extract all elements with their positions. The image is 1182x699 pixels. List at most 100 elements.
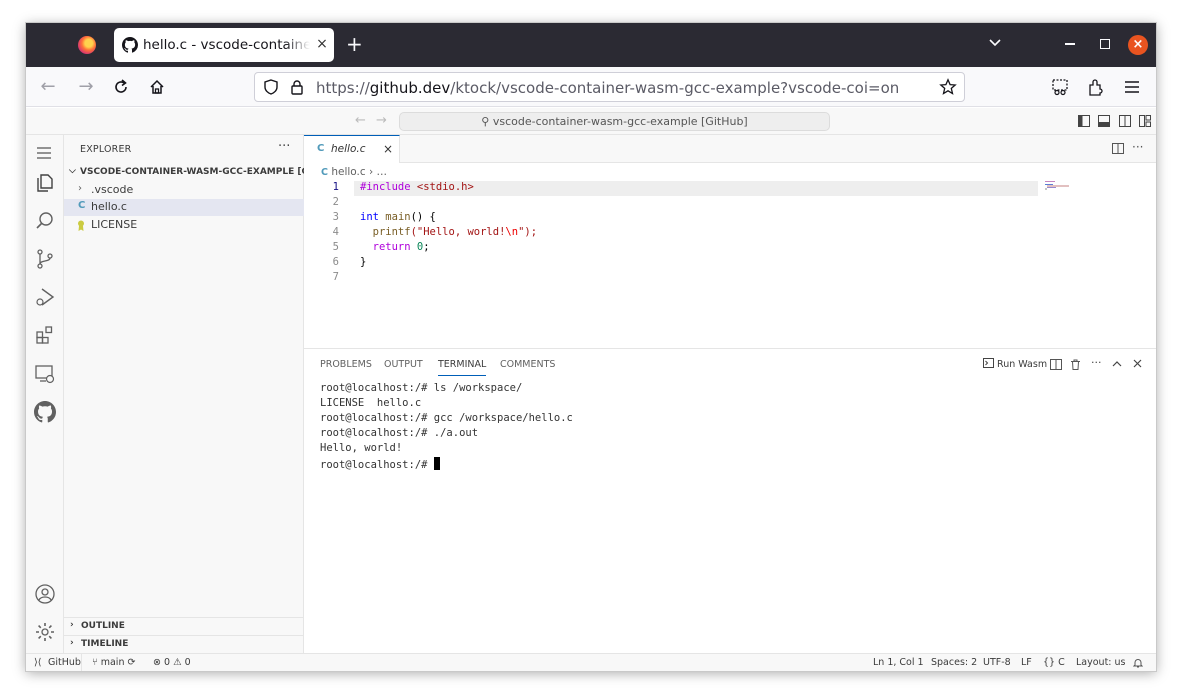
outline-section[interactable]: › OUTLINE bbox=[64, 617, 304, 635]
breadcrumb-symbol[interactable]: … bbox=[377, 166, 388, 178]
branch-status[interactable]: ⑂ main ⟳ bbox=[92, 657, 135, 668]
tree-item-hello-c[interactable]: C hello.c bbox=[64, 199, 304, 216]
eol-status[interactable]: LF bbox=[1021, 657, 1032, 668]
url-path: /ktock/vscode-container-wasm-gcc-example… bbox=[450, 79, 900, 97]
code-text: return 0; bbox=[360, 241, 430, 253]
activity-bar bbox=[26, 135, 64, 653]
code-line: 1 #include <stdio.h> bbox=[304, 181, 1156, 196]
github-icon[interactable] bbox=[34, 401, 56, 423]
tracking-protection-shield-icon[interactable] bbox=[263, 79, 279, 95]
run-wasm-button[interactable]: Run Wasm bbox=[983, 358, 1047, 370]
indentation-status[interactable]: Spaces: 2 bbox=[931, 657, 977, 668]
extensions-icon[interactable] bbox=[34, 324, 56, 346]
workspace-root-label: VSCODE-CONTAINER-WASM-GCC-EXAMPLE [GITH.… bbox=[80, 167, 304, 177]
chevron-down-icon: ⌵ bbox=[69, 166, 76, 176]
search-icon[interactable] bbox=[34, 210, 56, 232]
line-number: 6 bbox=[332, 256, 339, 268]
terminal-prompt-line: root@localhost:/# bbox=[320, 457, 573, 472]
split-editor-icon[interactable] bbox=[1112, 143, 1124, 154]
extensions-puzzle-icon[interactable] bbox=[1086, 77, 1106, 97]
remote-explorer-icon[interactable] bbox=[34, 363, 56, 385]
home-icon[interactable] bbox=[148, 78, 166, 96]
remote-label: GitHub bbox=[48, 657, 81, 668]
lock-icon[interactable] bbox=[290, 79, 304, 95]
code-text: int main() { bbox=[360, 211, 436, 223]
outline-label: OUTLINE bbox=[81, 621, 125, 631]
firefox-logo-icon[interactable] bbox=[78, 36, 96, 54]
window-minimize-button[interactable] bbox=[1065, 43, 1075, 45]
url-text[interactable]: https://github.dev/ktock/vscode-containe… bbox=[316, 79, 899, 97]
terminal-line: LICENSE hello.c bbox=[320, 397, 422, 409]
command-center[interactable]: ⚲ vscode-container-wasm-gcc-example [Git… bbox=[399, 112, 830, 131]
nav-forward-arrow-icon[interactable]: → bbox=[376, 113, 387, 128]
error-count: 0 bbox=[163, 657, 171, 668]
tree-item-vscode-folder[interactable]: › .vscode bbox=[64, 182, 304, 199]
remote-indicator[interactable]: ⟩⟨ GitHub bbox=[26, 654, 82, 671]
nav-back-arrow-icon[interactable]: ← bbox=[355, 113, 366, 128]
editor-tab-hello-c[interactable]: C hello.c × bbox=[304, 135, 400, 163]
browser-tab-title: hello.c - vscode-container-wasm-gcc-exam… bbox=[143, 37, 310, 53]
tab-terminal[interactable]: TERMINAL bbox=[438, 359, 487, 376]
minimap[interactable] bbox=[1045, 181, 1085, 193]
customize-layout-icon[interactable] bbox=[1139, 115, 1151, 127]
braces-icon: {} bbox=[1043, 657, 1059, 668]
toggle-secondary-sidebar-icon[interactable] bbox=[1119, 115, 1131, 127]
terminal-output[interactable]: root@localhost:/# ls /workspace/ LICENSE… bbox=[320, 382, 573, 472]
bookmark-star-icon[interactable] bbox=[939, 78, 957, 96]
split-terminal-icon[interactable] bbox=[1050, 359, 1062, 370]
search-icon: ⚲ bbox=[481, 115, 493, 128]
encoding-status[interactable]: UTF-8 bbox=[983, 657, 1011, 668]
status-bar: ⟩⟨ GitHub ⑂ main ⟳ ⊗ 0 ⚠ 0 Ln 1, Col 1 S… bbox=[26, 653, 1156, 671]
browser-nav-bar: ← → https://github.dev/ktock/vscode-cont… bbox=[26, 67, 1156, 107]
trash-icon[interactable] bbox=[1070, 359, 1081, 370]
workspace-root-folder[interactable]: ⌵ VSCODE-CONTAINER-WASM-GCC-EXAMPLE [GIT… bbox=[64, 164, 304, 182]
back-arrow-icon[interactable]: ← bbox=[36, 75, 60, 99]
settings-gear-icon[interactable] bbox=[34, 621, 56, 643]
breadcrumb-file[interactable]: hello.c bbox=[331, 166, 365, 178]
maximize-panel-chevron-up-icon[interactable] bbox=[1112, 360, 1122, 368]
git-branch-icon: ⑂ bbox=[92, 657, 101, 668]
new-tab-button[interactable]: + bbox=[346, 32, 363, 56]
toggle-panel-icon[interactable] bbox=[1098, 115, 1110, 127]
command-center-label: vscode-container-wasm-gcc-example [GitHu… bbox=[492, 115, 748, 128]
explorer-files-icon[interactable] bbox=[34, 172, 56, 194]
tab-close-icon[interactable]: × bbox=[313, 35, 331, 53]
line-number: 5 bbox=[332, 241, 339, 253]
problems-status[interactable]: ⊗ 0 ⚠ 0 bbox=[153, 657, 191, 668]
tree-item-license[interactable]: LICENSE bbox=[64, 217, 304, 234]
window-close-button[interactable]: × bbox=[1128, 35, 1148, 55]
panel-more-actions-icon[interactable]: ··· bbox=[1091, 356, 1102, 369]
url-bar[interactable]: https://github.dev/ktock/vscode-containe… bbox=[254, 72, 965, 102]
code-line: 7 bbox=[304, 271, 1156, 286]
run-and-debug-icon[interactable] bbox=[34, 286, 56, 308]
explorer-more-actions-button[interactable]: ··· bbox=[278, 139, 290, 154]
tab-problems[interactable]: PROBLEMS bbox=[320, 359, 372, 370]
vscode-title-bar: ← → ⚲ vscode-container-wasm-gcc-example … bbox=[26, 108, 1156, 135]
tab-output[interactable]: OUTPUT bbox=[384, 359, 423, 370]
list-all-tabs-chevron-icon[interactable] bbox=[988, 35, 1002, 49]
forward-arrow-icon[interactable]: → bbox=[74, 75, 98, 99]
browser-tab-strip: hello.c - vscode-container-wasm-gcc-exam… bbox=[26, 23, 1156, 67]
browser-tab-active[interactable]: hello.c - vscode-container-wasm-gcc-exam… bbox=[114, 28, 334, 62]
accounts-icon[interactable] bbox=[34, 583, 56, 605]
close-panel-icon[interactable] bbox=[1133, 359, 1142, 368]
line-number: 1 bbox=[332, 181, 339, 193]
tab-comments[interactable]: COMMENTS bbox=[500, 359, 555, 370]
window-maximize-button[interactable] bbox=[1100, 39, 1110, 49]
editor-more-actions-icon[interactable]: ··· bbox=[1132, 140, 1143, 154]
reload-icon[interactable] bbox=[112, 78, 130, 96]
url-scheme: https:// bbox=[316, 79, 370, 97]
toggle-primary-sidebar-icon[interactable] bbox=[1078, 115, 1090, 127]
menu-icon[interactable] bbox=[34, 146, 54, 160]
hamburger-menu-icon[interactable] bbox=[1122, 77, 1142, 97]
keyboard-layout-status[interactable]: Layout: us bbox=[1076, 657, 1126, 668]
cursor-position-status[interactable]: Ln 1, Col 1 bbox=[873, 657, 924, 668]
timeline-section[interactable]: › TIMELINE bbox=[64, 635, 304, 653]
remote-icon: ⟩⟨ bbox=[34, 657, 42, 668]
screenshot-icon[interactable] bbox=[1050, 77, 1070, 97]
source-control-icon[interactable] bbox=[34, 248, 56, 270]
notifications-bell-icon[interactable] bbox=[1133, 658, 1143, 668]
language-status[interactable]: {} C bbox=[1043, 657, 1065, 668]
close-icon[interactable]: × bbox=[383, 142, 393, 156]
browser-window: hello.c - vscode-container-wasm-gcc-exam… bbox=[26, 23, 1156, 671]
